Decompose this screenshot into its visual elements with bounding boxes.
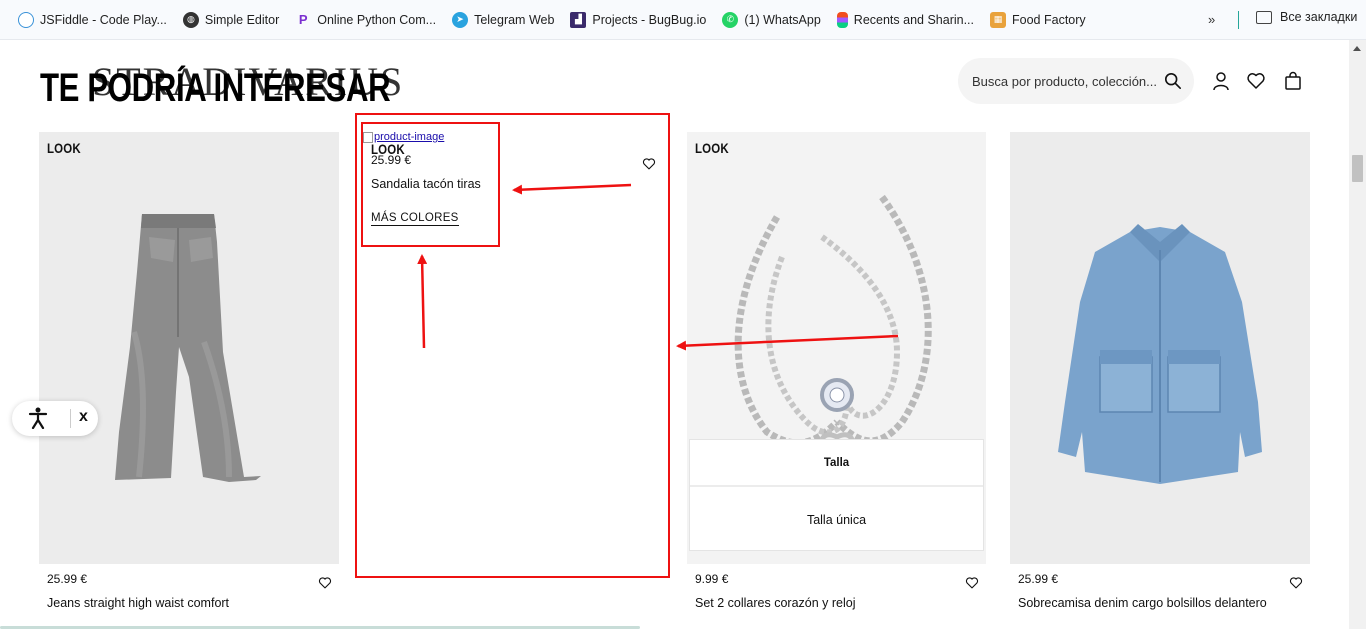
bookmark-jsfiddle[interactable]: JSFiddle - Code Play... — [12, 7, 173, 33]
bookmark-online-python[interactable]: P Online Python Com... — [289, 7, 442, 33]
product-price: 9.99 € — [695, 572, 729, 586]
bookmark-label: Food Factory — [1012, 12, 1086, 27]
product-name[interactable]: Jeans straight high waist comfort — [47, 596, 229, 610]
whatsapp-icon: ✆ — [722, 11, 739, 28]
user-account-icon[interactable] — [1211, 71, 1231, 91]
bugbug-icon: ▟ — [570, 11, 587, 28]
search-input[interactable] — [972, 73, 1156, 89]
wishlist-heart-icon[interactable] — [318, 576, 332, 590]
search-icon[interactable] — [1164, 72, 1182, 90]
annotation-inner-box — [361, 122, 500, 247]
figma-icon — [836, 11, 848, 28]
look-badge: LOOK — [47, 140, 81, 156]
bookmark-simple-editor[interactable]: ◍ Simple Editor — [177, 7, 285, 33]
bookmark-bugbug[interactable]: ▟ Projects - BugBug.io — [564, 7, 712, 33]
accessibility-close-button[interactable]: x — [79, 408, 88, 426]
accessibility-widget[interactable]: x — [12, 401, 98, 436]
product-price: 25.99 € — [1018, 572, 1059, 586]
size-selector-title: Talla — [690, 440, 983, 487]
jsfiddle-icon — [18, 11, 34, 28]
bookmark-food-factory[interactable]: ▦ Food Factory — [984, 7, 1092, 33]
jeans-illustration — [115, 214, 261, 482]
folder-icon — [1256, 10, 1272, 24]
product-price: 25.99 € — [47, 572, 88, 586]
denim-shirt-illustration — [1058, 224, 1262, 484]
accessibility-divider — [70, 409, 71, 428]
product-image-jeans[interactable]: LOOK — [39, 132, 339, 564]
python-icon: P — [298, 12, 308, 27]
size-option-one-size[interactable]: Talla única — [690, 489, 983, 550]
bookmark-whatsapp[interactable]: ✆ (1) WhatsApp — [716, 7, 826, 33]
food-factory-icon: ▦ — [990, 11, 1007, 28]
globe-icon: ◍ — [182, 11, 199, 28]
bookmark-label: Recents and Sharin... — [853, 12, 975, 27]
search-box[interactable] — [958, 58, 1194, 104]
scroll-up-arrow-icon[interactable] — [1353, 46, 1361, 51]
all-bookmarks-button[interactable]: Все закладки — [1256, 10, 1357, 24]
product-name[interactable]: Set 2 collares corazón y reloj — [695, 596, 856, 610]
bookmark-label: (1) WhatsApp — [744, 12, 821, 27]
bookmark-telegram[interactable]: ➤ Telegram Web — [446, 7, 560, 33]
bookmark-label: Telegram Web — [474, 12, 555, 27]
bookmark-figma[interactable]: Recents and Sharin... — [831, 7, 980, 33]
accessibility-person-icon[interactable] — [28, 407, 48, 429]
bookmarks-divider — [1238, 11, 1239, 29]
bookmark-label: Projects - BugBug.io — [592, 12, 707, 27]
bookmarks-overflow-button[interactable]: » — [1208, 12, 1215, 27]
bookmark-label: Simple Editor — [204, 12, 280, 27]
wishlist-heart-icon[interactable] — [1246, 71, 1266, 91]
wishlist-heart-icon[interactable] — [965, 576, 979, 590]
bookmark-label: Online Python Com... — [317, 12, 437, 27]
shopping-bag-icon[interactable] — [1283, 71, 1303, 91]
scrollbar-thumb[interactable] — [1352, 155, 1363, 182]
wishlist-heart-icon[interactable] — [1289, 576, 1303, 590]
all-bookmarks-label: Все закладки — [1280, 10, 1358, 24]
bookmark-label: JSFiddle - Code Play... — [40, 12, 167, 27]
section-heading: TE PODRÍA INTERESAR — [40, 66, 391, 110]
size-selector: Talla Talla única — [689, 439, 984, 551]
look-badge: LOOK — [695, 140, 729, 156]
product-image-denim-shirt[interactable] — [1010, 132, 1310, 564]
telegram-icon: ➤ — [452, 11, 469, 28]
page-scrollbar[interactable] — [1349, 40, 1366, 629]
bookmarks-bar: JSFiddle - Code Play... ◍ Simple Editor … — [0, 0, 1366, 40]
product-name[interactable]: Sobrecamisa denim cargo bolsillos delant… — [1018, 596, 1267, 610]
